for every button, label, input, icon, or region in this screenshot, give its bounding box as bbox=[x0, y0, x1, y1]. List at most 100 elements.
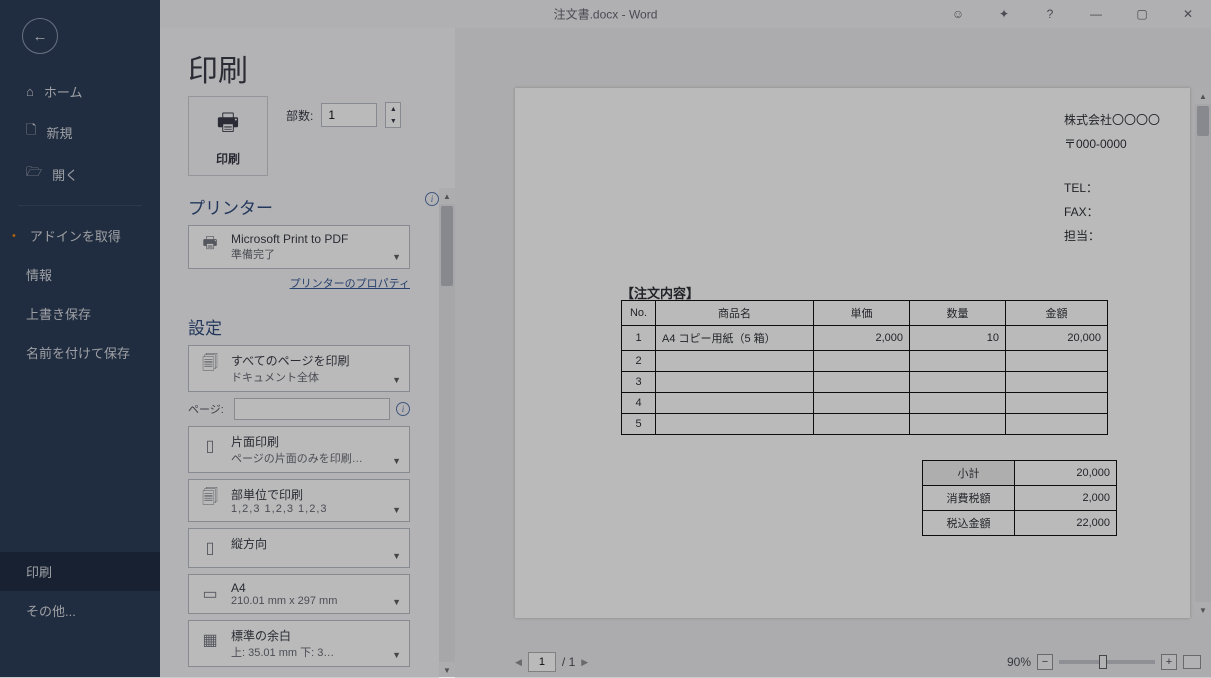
titlebar: 注文書.docx - Word ☺ ✦ ? — ▢ ✕ bbox=[0, 0, 1211, 28]
print-panel: 印刷 🖶 印刷 部数: ▲ ▼ プリンター 🖶 Microsoft Print bbox=[160, 28, 455, 677]
scrollbar-thumb[interactable] bbox=[1197, 106, 1209, 136]
paper-sub: 210.01 mm x 297 mm bbox=[231, 595, 337, 607]
duplex-select[interactable]: ▯ 片面印刷 ページの片面のみを印刷… ▼ bbox=[188, 426, 410, 473]
collate-icon: 🗐 bbox=[197, 486, 223, 512]
nav-save-label: 上書き保存 bbox=[26, 304, 91, 323]
doc-fax: FAX： bbox=[1064, 200, 1160, 224]
printer-icon: 🖶 bbox=[217, 105, 240, 146]
col-no: No. bbox=[622, 301, 656, 326]
nav-get-addins[interactable]: アドインを取得 bbox=[0, 216, 160, 255]
chevron-up-icon[interactable]: ▲ bbox=[386, 103, 400, 115]
panel-scrollbar[interactable]: ▲ ▼ bbox=[439, 188, 455, 678]
next-page-button[interactable]: ▶ bbox=[581, 657, 588, 668]
copies-input[interactable] bbox=[321, 103, 377, 127]
scroll-down-icon[interactable]: ▼ bbox=[1195, 602, 1211, 618]
preview-footer: ◀ / 1 ▶ 90% − + bbox=[455, 647, 1211, 677]
zoom-out-button[interactable]: − bbox=[1037, 654, 1053, 670]
prev-page-button[interactable]: ◀ bbox=[515, 657, 522, 668]
page-icon: ▭ bbox=[197, 581, 223, 607]
nav-separator bbox=[18, 205, 142, 206]
nav-save-as[interactable]: 名前を付けて保存 bbox=[0, 333, 160, 372]
print-button-label: 印刷 bbox=[216, 150, 240, 167]
maximize-button[interactable]: ▢ bbox=[1119, 0, 1165, 28]
scroll-up-icon[interactable]: ▲ bbox=[1195, 88, 1211, 104]
backstage-nav: ← ⌂ホーム 🗋新規 🗁 開く アドインを取得 情報 上書き保存 名前を付けて保存… bbox=[0, 0, 160, 677]
zoom-slider[interactable] bbox=[1059, 660, 1155, 664]
collate-select[interactable]: 🗐 部単位で印刷 1,2,3 1,2,3 1,2,3 ▼ bbox=[188, 479, 410, 522]
chevron-down-icon: ▼ bbox=[392, 650, 401, 660]
totals-table: 小計20,000 消費税額2,000 税込金額22,000 bbox=[922, 460, 1117, 536]
nav-open-label: 開く bbox=[52, 165, 78, 184]
printer-device-icon: 🖶 bbox=[197, 232, 223, 258]
margins-title: 標準の余白 bbox=[231, 627, 334, 644]
nav-new[interactable]: 🗋新規 bbox=[0, 111, 160, 153]
printer-properties-link[interactable]: プリンターのプロパティ bbox=[188, 275, 410, 291]
subtotal-label: 小計 bbox=[923, 461, 1015, 486]
pages-label: ページ: bbox=[188, 401, 228, 417]
fit-to-page-button[interactable] bbox=[1183, 655, 1201, 669]
doc-tel: TEL： bbox=[1064, 176, 1160, 200]
duplex-title: 片面印刷 bbox=[231, 433, 363, 450]
duplex-sub: ページの片面のみを印刷… bbox=[231, 450, 363, 466]
account-icon[interactable]: ☺ bbox=[935, 0, 981, 28]
tax-label: 消費税額 bbox=[923, 486, 1015, 511]
nav-info[interactable]: 情報 bbox=[0, 255, 160, 294]
collate-title: 部単位で印刷 bbox=[231, 486, 328, 503]
chevron-down-icon: ▼ bbox=[392, 456, 401, 466]
scroll-up-icon[interactable]: ▲ bbox=[439, 188, 455, 204]
info-icon[interactable]: i bbox=[425, 192, 439, 206]
copies-spinner[interactable]: ▲ ▼ bbox=[385, 102, 401, 128]
paper-title: A4 bbox=[231, 581, 337, 595]
chevron-down-icon[interactable]: ▼ bbox=[386, 115, 400, 127]
doc-postal: 〒000-0000 bbox=[1064, 132, 1160, 156]
nav-open[interactable]: 🗁 開く bbox=[0, 153, 160, 195]
margins-select[interactable]: ▦ 標準の余白 上: 35.01 mm 下: 3… ▼ bbox=[188, 620, 410, 667]
page-count-label: / 1 bbox=[562, 655, 575, 669]
nav-spacer: 履歴 bbox=[0, 372, 160, 552]
back-button[interactable]: ← bbox=[22, 18, 58, 54]
orientation-select[interactable]: ▯ 縦方向 ▼ bbox=[188, 528, 410, 568]
doc-contact: 担当： bbox=[1064, 224, 1160, 248]
paper-size-select[interactable]: ▭ A4 210.01 mm x 297 mm ▼ bbox=[188, 574, 410, 614]
print-button[interactable]: 🖶 印刷 bbox=[188, 96, 268, 176]
printer-select[interactable]: 🖶 Microsoft Print to PDF 準備完了 ▼ bbox=[188, 225, 410, 269]
nav-new-label: 新規 bbox=[46, 123, 72, 142]
document-title: 注文書.docx - Word bbox=[554, 6, 658, 23]
chevron-down-icon: ▼ bbox=[392, 252, 401, 262]
col-name: 商品名 bbox=[656, 301, 814, 326]
grand-label: 税込金額 bbox=[923, 511, 1015, 536]
printer-section-title: プリンター bbox=[188, 194, 416, 219]
info-icon[interactable]: i bbox=[396, 402, 410, 416]
settings-section-title: 設定 bbox=[188, 314, 416, 339]
nav-home-label: ホーム bbox=[44, 82, 83, 101]
table-row: 1 A4 コピー用紙（5 箱） 2,000 10 20,000 bbox=[622, 326, 1108, 351]
folder-open-icon: 🗁 bbox=[26, 163, 42, 185]
preview-scrollbar[interactable]: ▲ ▼ bbox=[1195, 88, 1211, 618]
coming-soon-icon[interactable]: ✦ bbox=[981, 0, 1027, 28]
print-scope-sub: ドキュメント全体 bbox=[231, 369, 349, 385]
minimize-button[interactable]: — bbox=[1073, 0, 1119, 28]
pages-input[interactable] bbox=[234, 398, 390, 420]
nav-save[interactable]: 上書き保存 bbox=[0, 294, 160, 333]
col-unit: 単価 bbox=[814, 301, 910, 326]
nav-home[interactable]: ⌂ホーム bbox=[0, 72, 160, 111]
zoom-in-button[interactable]: + bbox=[1161, 654, 1177, 670]
subtotal-value: 20,000 bbox=[1015, 461, 1117, 486]
close-button[interactable]: ✕ bbox=[1165, 0, 1211, 28]
scrollbar-thumb[interactable] bbox=[441, 206, 453, 286]
zoom-slider-thumb[interactable] bbox=[1099, 655, 1107, 669]
arrow-left-icon: ← bbox=[33, 28, 48, 45]
page-number-input[interactable] bbox=[528, 652, 556, 672]
help-button[interactable]: ? bbox=[1027, 0, 1073, 28]
chevron-down-icon: ▼ bbox=[392, 597, 401, 607]
scroll-down-icon[interactable]: ▼ bbox=[439, 662, 455, 678]
pages-icon: 🗐 bbox=[197, 352, 223, 378]
nav-print[interactable]: 印刷 bbox=[0, 552, 160, 591]
nav-more-label: その他... bbox=[26, 601, 76, 620]
portrait-icon: ▯ bbox=[197, 535, 223, 561]
nav-more[interactable]: その他... bbox=[0, 591, 160, 630]
print-scope-select[interactable]: 🗐 すべてのページを印刷 ドキュメント全体 ▼ bbox=[188, 345, 410, 392]
grand-value: 22,000 bbox=[1015, 511, 1117, 536]
orientation-label: 縦方向 bbox=[231, 535, 267, 552]
nav-save-as-label: 名前を付けて保存 bbox=[26, 343, 130, 362]
